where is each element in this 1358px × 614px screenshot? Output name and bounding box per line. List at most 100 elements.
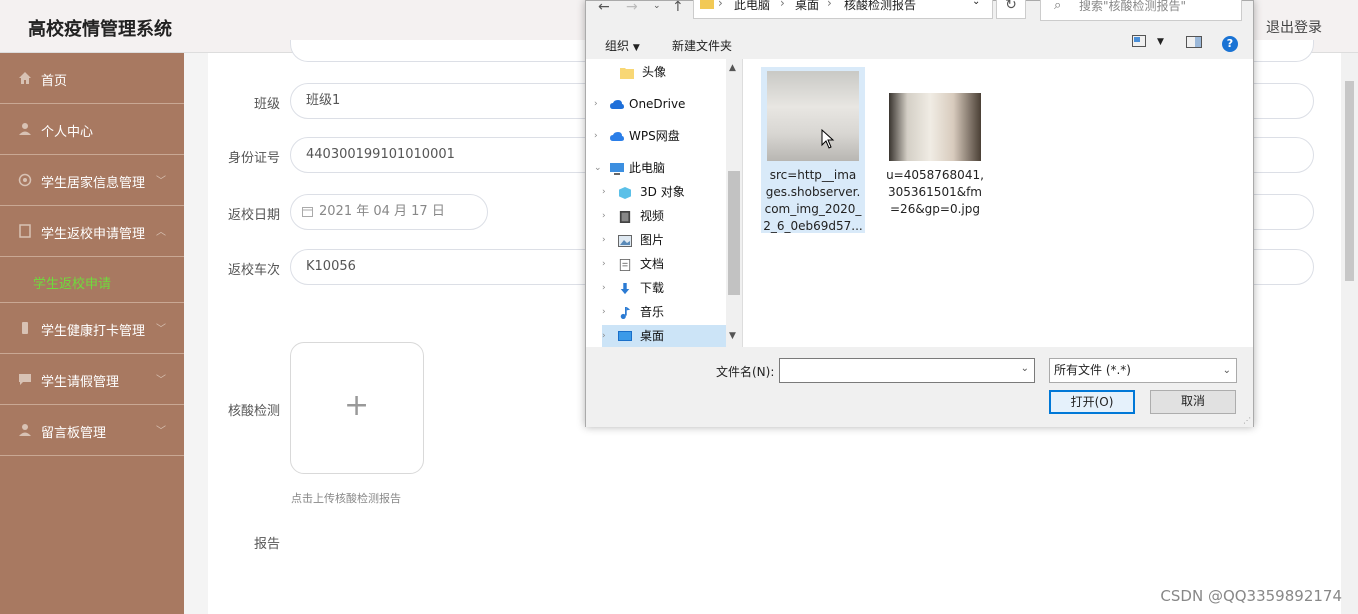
return-date-value: 2021 年 04 月 17 日 — [319, 204, 445, 219]
breadcrumb-item[interactable]: 桌面 — [795, 0, 819, 13]
tree-item-label: 此电脑 — [629, 161, 666, 175]
file-item[interactable]: src=http__ima ges.shobserver. com_img_20… — [761, 67, 865, 233]
music-icon — [620, 306, 631, 319]
expand-icon[interactable]: › — [602, 325, 606, 347]
return-date-picker[interactable]: 2021 年 04 月 17 日 — [290, 194, 488, 230]
expand-icon[interactable]: › — [594, 93, 598, 115]
collapse-icon[interactable]: ⌄ — [594, 157, 602, 179]
search-input[interactable]: ⌕ 搜索"核酸检测报告" — [1040, 0, 1242, 21]
sidebar-item-health-checkin[interactable]: 学生健康打卡管理 ﹀ — [0, 303, 184, 354]
expand-icon[interactable]: › — [602, 229, 606, 251]
recent-dropdown-icon[interactable]: ⌄ — [653, 1, 661, 11]
file-name-line: ges.shobserver. — [765, 185, 861, 199]
id-number-label: 身份证号 — [228, 151, 281, 166]
sidebar-item-home[interactable]: 首页 — [0, 53, 184, 104]
breadcrumb-separator: › — [827, 0, 832, 10]
resize-grip-icon[interactable]: ⋰ — [1243, 416, 1251, 425]
expand-icon[interactable]: › — [602, 253, 606, 275]
scrollbar-thumb[interactable] — [1345, 81, 1354, 281]
help-icon[interactable]: ? — [1222, 36, 1238, 52]
scrollbar-thumb[interactable] — [728, 171, 740, 295]
tree-item-music[interactable]: › 音乐 — [602, 301, 664, 323]
scroll-down-icon[interactable]: ▼ — [729, 331, 736, 341]
tree-item-avatar[interactable]: 头像 — [620, 61, 666, 83]
new-folder-button[interactable]: 新建文件夹 — [672, 37, 732, 54]
page-scrollbar[interactable] — [1341, 53, 1358, 614]
settings-icon — [18, 173, 32, 187]
tree-item-downloads[interactable]: › 下载 — [602, 277, 664, 299]
sidebar-item-message-board[interactable]: 留言板管理 ﹀ — [0, 405, 184, 456]
tree-item-3d-objects[interactable]: › 3D 对象 — [602, 181, 685, 203]
view-options-icon[interactable] — [1132, 35, 1146, 50]
sidebar-subitem-label: 学生返校申请 — [33, 277, 112, 292]
tree-item-label: 视频 — [640, 209, 665, 223]
report-label: 报告 — [254, 537, 281, 552]
tree-item-videos[interactable]: › 视频 — [602, 205, 665, 227]
up-arrow-icon[interactable]: ↑ — [672, 0, 684, 15]
upload-button[interactable]: + — [290, 342, 424, 474]
sidebar-item-label: 学生居家信息管理 — [41, 176, 146, 191]
breadcrumb-separator: › — [718, 0, 723, 10]
desktop-icon — [618, 330, 632, 341]
calendar-icon — [302, 207, 313, 217]
expand-icon[interactable]: › — [602, 301, 606, 323]
sidebar-item-leave[interactable]: 学生请假管理 ﹀ — [0, 354, 184, 405]
document-icon — [619, 258, 631, 271]
class-label: 班级 — [254, 97, 281, 112]
expand-icon[interactable]: › — [602, 277, 606, 299]
chevron-down-icon[interactable]: ⌄ — [1021, 363, 1029, 374]
refresh-button[interactable]: ↻ — [996, 0, 1026, 19]
filetype-select[interactable]: 所有文件 (*.*) ⌄ — [1049, 358, 1237, 383]
file-name-line: 305361501&fm — [888, 185, 982, 199]
tree-item-documents[interactable]: › 文档 — [602, 253, 665, 275]
tree-item-wps[interactable]: › WPS网盘 — [594, 125, 680, 147]
sidebar-item-return-mgmt[interactable]: 学生返校申请管理 ︿ — [0, 206, 184, 257]
tree-item-desktop[interactable]: › 桌面 — [602, 325, 726, 347]
organize-button[interactable]: 组织 ▼ — [605, 37, 640, 54]
expand-icon[interactable]: › — [602, 205, 606, 227]
cancel-button[interactable]: 取消 — [1150, 390, 1236, 414]
sidebar-item-profile[interactable]: 个人中心 — [0, 104, 184, 155]
expand-icon[interactable]: › — [594, 125, 598, 147]
computer-icon — [610, 162, 624, 175]
home-icon — [19, 72, 31, 84]
chevron-down-icon: ⌄ — [1222, 365, 1231, 376]
cloud-icon — [610, 99, 624, 109]
search-icon: ⌕ — [1054, 0, 1062, 13]
back-arrow-icon[interactable]: ← — [598, 0, 610, 15]
logout-link[interactable]: 退出登录 — [1266, 17, 1322, 37]
filename-input[interactable]: ⌄ — [779, 358, 1035, 383]
breadcrumb-item[interactable]: 此电脑 — [734, 0, 770, 13]
tree-item-pictures[interactable]: › 图片 — [602, 229, 664, 251]
breadcrumb-item[interactable]: 核酸检测报告 — [844, 0, 916, 13]
navigation-scrollbar[interactable]: ▲ ▼ — [726, 59, 742, 347]
forward-arrow-icon[interactable]: → — [626, 0, 638, 15]
sidebar-subitem-return-apply[interactable]: 学生返校申请 — [0, 257, 184, 303]
file-thumbnail — [889, 93, 981, 161]
scroll-up-icon[interactable]: ▲ — [729, 63, 736, 73]
sidebar-item-home-info[interactable]: 学生居家信息管理 ﹀ — [0, 155, 184, 206]
chevron-down-icon[interactable]: ⌄ — [972, 0, 980, 7]
tree-item-label: 文档 — [640, 257, 665, 271]
breadcrumb-separator: › — [780, 0, 785, 10]
watermark: CSDN @QQ3359892174 — [1160, 587, 1342, 605]
tree-item-this-pc[interactable]: ⌄ 此电脑 — [594, 157, 666, 179]
dialog-footer: 文件名(N): ⌄ 所有文件 (*.*) ⌄ 打开(O) 取消 ⋰ — [586, 347, 1253, 427]
preview-pane-icon[interactable] — [1186, 36, 1202, 51]
file-name-line: src=http__ima — [769, 168, 857, 182]
caret-down-icon[interactable]: ▼ — [1157, 37, 1164, 47]
cursor-icon — [821, 129, 835, 149]
expand-icon[interactable]: › — [602, 181, 606, 203]
sidebar: 首页 个人中心 学生居家信息管理 ﹀ 学生返校申请管理 ︿ 学生返校申请 学生健… — [0, 53, 184, 614]
file-item[interactable]: u=4058768041, 305361501&fm =26&gp=0.jpg — [883, 67, 987, 217]
tree-item-label: 3D 对象 — [640, 185, 685, 199]
address-row: ← → ⌄ ↑ › 此电脑 › 桌面 › 核酸检测报告 ⌄ ↻ ⌕ 搜索"核酸检… — [586, 0, 1253, 23]
app-title: 高校疫情管理系统 — [28, 19, 172, 40]
file-open-dialog: ← → ⌄ ↑ › 此电脑 › 桌面 › 核酸检测报告 ⌄ ↻ ⌕ 搜索"核酸检… — [585, 0, 1254, 427]
cloud-icon — [610, 131, 624, 141]
address-bar[interactable]: › 此电脑 › 桌面 › 核酸检测报告 ⌄ — [693, 0, 993, 19]
picture-icon — [618, 234, 632, 247]
open-button[interactable]: 打开(O) — [1049, 390, 1135, 414]
chat-icon — [19, 374, 31, 385]
tree-item-onedrive[interactable]: › OneDrive — [594, 93, 685, 115]
